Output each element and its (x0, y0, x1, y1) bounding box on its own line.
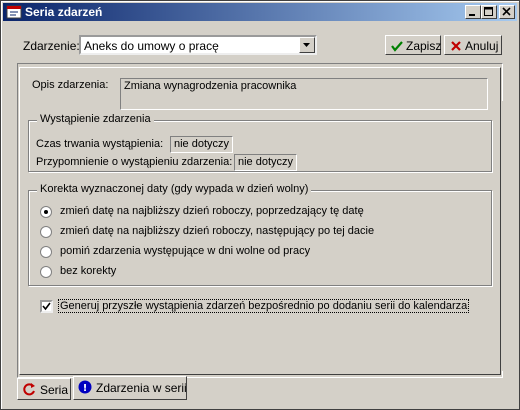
maximize-icon (484, 7, 493, 16)
tab-zdarzenia-label: Zdarzenia w serii (96, 381, 187, 395)
occurrence-legend: Wystąpienie zdarzenia (37, 113, 154, 125)
save-button[interactable]: Zapisz (385, 35, 441, 55)
cancel-button-label: Anuluj (465, 39, 499, 53)
dropdown-button[interactable] (299, 37, 315, 53)
close-button[interactable] (499, 5, 515, 19)
correction-legend: Korekta wyznaczonej daty (gdy wypada w d… (37, 183, 312, 195)
description-value: Zmiana wynagrodzenia pracownika (124, 80, 297, 92)
event-label: Zdarzenie: (23, 39, 80, 53)
cancel-x-icon (451, 41, 461, 51)
window-title: Seria zdarzeń (25, 5, 103, 19)
radio-label-skip[interactable]: pomiń zdarzenia występujące w dni wolne … (60, 245, 310, 257)
undo-arrow-icon (23, 383, 35, 396)
title-bar[interactable]: Seria zdarzeń (3, 3, 517, 21)
details-dialog: Opis zdarzenia: Zmiana wynagrodzenia pra… (19, 67, 501, 375)
tab-seria[interactable]: Seria (17, 378, 71, 400)
save-button-label: Zapisz (406, 39, 442, 53)
checkmark-icon (391, 41, 403, 52)
minimize-button[interactable] (465, 5, 481, 19)
event-select-value: Aneks do umowy o pracę (84, 39, 219, 53)
radio-correction-none[interactable] (40, 266, 52, 278)
info-icon: ! (78, 380, 92, 394)
chevron-down-icon (303, 43, 310, 47)
app-window: Seria zdarzeń Zdarzenie: Aneks do umowy … (0, 0, 520, 410)
generate-checkbox[interactable] (40, 300, 53, 313)
radio-label-next[interactable]: zmień datę na najbliższy dzień roboczy, … (60, 225, 374, 237)
reminder-value: nie dotyczy (238, 156, 294, 168)
tab-seria-label: Seria (40, 383, 69, 397)
radio-correction-next[interactable] (40, 226, 52, 238)
radio-correction-skip[interactable] (40, 246, 52, 258)
radio-label-previous[interactable]: zmień datę na najbliższy dzień roboczy, … (60, 205, 364, 217)
tab-zdarzenia-w-serii[interactable]: ! Zdarzenia w serii (73, 376, 187, 400)
duration-value: nie dotyczy (174, 138, 230, 150)
description-field[interactable]: Zmiana wynagrodzenia pracownika (120, 78, 488, 110)
radio-selected-dot (44, 210, 48, 214)
maximize-button[interactable] (481, 5, 497, 19)
radio-label-none[interactable]: bez korekty (60, 265, 116, 277)
svg-text:!: ! (83, 383, 88, 394)
duration-label: Czas trwania wystąpienia: (36, 138, 164, 150)
tab-strip: Seria ! Zdarzenia w serii (1, 376, 519, 409)
minimize-icon (469, 14, 475, 16)
checkmark-icon (42, 302, 51, 311)
close-icon (502, 7, 511, 16)
duration-field[interactable]: nie dotyczy (170, 136, 234, 153)
reminder-field[interactable]: nie dotyczy (234, 154, 298, 171)
event-select[interactable]: Aneks do umowy o pracę (79, 35, 317, 55)
app-icon (6, 5, 22, 19)
generate-checkbox-label[interactable]: Generuj przyszłe wystąpienia zdarzeń bez… (58, 299, 470, 313)
reminder-label: Przypomnienie o wystąpieniu zdarzenia: (36, 156, 233, 168)
description-label: Opis zdarzenia: (32, 79, 109, 91)
radio-correction-previous[interactable] (40, 206, 52, 218)
cancel-button[interactable]: Anuluj (444, 35, 502, 55)
